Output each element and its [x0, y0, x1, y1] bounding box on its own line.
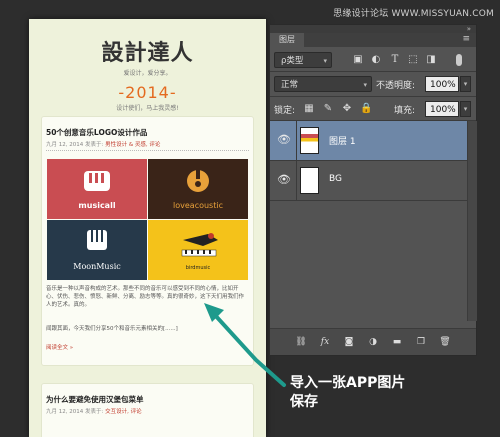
lock-image-icon[interactable]: ✎	[322, 103, 334, 115]
post-card: 为什么要避免使用汉堡包菜单 九月 12, 2014 发表于: 交互设计, 评论	[41, 383, 254, 437]
post-meta-links[interactable]: 交互设计, 评论	[105, 409, 142, 415]
tab-layers[interactable]: 图层	[270, 33, 304, 47]
layer-row[interactable]: 👁 BG	[270, 161, 467, 201]
layer-thumbnail	[300, 167, 319, 194]
site-title: 設計達人	[101, 40, 194, 66]
lock-transparent-icon[interactable]: ▦	[303, 103, 315, 115]
smart-object-filter-icon[interactable]: ◨	[424, 53, 438, 67]
site-subtitle: 爱设计，爱分享。	[123, 70, 172, 77]
layer-name[interactable]: BG	[329, 174, 342, 184]
opacity-field[interactable]: 100%	[425, 76, 459, 92]
post-title[interactable]: 为什么要避免使用汉堡包菜单	[46, 394, 144, 405]
piano-keys-logo-icon	[87, 230, 107, 250]
divider	[270, 71, 476, 72]
logo-tile-birdmusic: birdmusic	[148, 220, 248, 280]
logo-tile-loveacoustic: loveacoustic	[148, 159, 248, 219]
lock-all-icon[interactable]: 🔒	[360, 103, 372, 115]
trash-icon[interactable]: 🗑	[438, 335, 452, 349]
post-excerpt: 音乐是一种以声音构成的艺术。那些不同的音乐可以感受到不同的心情，比如开心、伏伤、…	[46, 286, 245, 308]
logo-label: loveacoustic	[173, 201, 223, 210]
filter-label: ρ类型	[281, 56, 304, 66]
post-meta: 九月 12, 2014 发表于: 交互设计, 评论	[46, 407, 142, 415]
collapse-icon[interactable]: »	[467, 25, 471, 33]
divider	[270, 96, 476, 97]
eye-icon[interactable]: 👁	[276, 133, 292, 147]
chevron-down-icon: ▾	[363, 81, 367, 89]
panel-tab-bar: 图层 ≡	[270, 33, 476, 47]
logo-tile-moonmusic: MoonMusic	[47, 220, 147, 280]
type-filter-icon[interactable]: T	[388, 53, 402, 67]
blend-mode-select[interactable]: 正常 ▾	[274, 76, 372, 92]
divider	[296, 161, 297, 200]
post-card: 50个创意音乐LOGO设计作品 九月 12, 2014 发表于: 男性设计 & …	[41, 116, 254, 366]
layer-filter-select[interactable]: ρ类型 ▾	[274, 52, 332, 68]
site-year: -2014-	[118, 83, 177, 102]
layer-row[interactable]: 👁 图层 1	[270, 121, 467, 161]
layer-thumbnail	[300, 127, 319, 154]
logo-label: MoonMusic	[73, 262, 121, 271]
site-tagline: 设计使们，马上我灵感!	[116, 105, 179, 112]
piano-logo-icon	[84, 171, 110, 191]
blend-mode-value: 正常	[281, 80, 299, 90]
new-layer-icon[interactable]: ❐	[414, 335, 428, 349]
layers-panel: » 图层 ≡ ρ类型 ▾ ▣ ◐ T ⬚ ◨ 正常 ▾ 不透明度: 100% ▾ 锁…	[269, 24, 477, 356]
pixel-filter-icon[interactable]: ▣	[351, 53, 365, 67]
divider	[46, 150, 249, 151]
guitar-logo-icon	[187, 165, 209, 192]
logo-label: birdmusic	[185, 265, 211, 271]
watermark: 思缘设计论坛 WWW.MISSYUAN.COM	[333, 9, 494, 19]
adjustment-filter-icon[interactable]: ◐	[369, 53, 383, 67]
eye-icon[interactable]: 👁	[276, 173, 292, 187]
website-mockup: 設計達人 爱设计，爱分享。 -2014- 设计使们，马上我灵感! 50个创意音乐…	[29, 19, 266, 437]
lock-position-icon[interactable]: ✥	[341, 103, 353, 115]
logo-label: musicall	[78, 201, 116, 210]
annotation-line-2: 保存	[290, 394, 318, 410]
opacity-dropdown[interactable]: ▾	[460, 76, 471, 92]
post-meta-date: 九月 12, 2014 发表于:	[46, 142, 104, 148]
chevron-down-icon: ▾	[323, 57, 327, 65]
add-mask-icon[interactable]: ◙	[342, 335, 356, 349]
layer-style-fx-icon[interactable]: fx	[318, 335, 332, 349]
post-meta-links[interactable]: 男性设计 & 灵感, 评论	[105, 142, 160, 148]
new-group-icon[interactable]: ▬	[390, 335, 404, 349]
filter-toggle[interactable]	[456, 54, 462, 66]
post-title[interactable]: 50个创意音乐LOGO设计作品	[46, 127, 147, 138]
adjustment-layer-icon[interactable]: ◑	[366, 335, 380, 349]
link-layers-icon[interactable]: ⛓	[294, 335, 308, 349]
fill-field[interactable]: 100%	[425, 101, 459, 117]
fill-label: 填充:	[394, 106, 416, 116]
annotation-line-1: 导入一张APP图片	[290, 375, 406, 391]
logo-grid-image: musicall loveacoustic MoonMusic birdmusi…	[47, 159, 248, 280]
read-more-link[interactable]: 阅读全文 »	[46, 343, 73, 351]
post-excerpt-2: 闻跟其面，今天我们分享50个和音乐元素相关的[......]	[46, 326, 178, 332]
divider	[296, 121, 297, 160]
logo-tile-musicall: musicall	[47, 159, 147, 219]
layers-bottom-toolbar: ⛓ fx ◙ ◑ ▬ ❐ 🗑	[270, 328, 476, 355]
layer-name[interactable]: 图层 1	[329, 134, 356, 147]
panel-menu-icon[interactable]: ≡	[462, 34, 470, 44]
opacity-label: 不透明度:	[376, 81, 416, 91]
shape-filter-icon[interactable]: ⬚	[406, 53, 420, 67]
post-meta: 九月 12, 2014 发表于: 男性设计 & 灵感, 评论	[46, 140, 160, 148]
annotation-callout: 导入一张APP图片 保存	[290, 374, 460, 412]
post-meta-date: 九月 12, 2014 发表于:	[46, 409, 104, 415]
bird-logo-icon	[181, 233, 218, 257]
panel-top-bar: »	[270, 25, 476, 33]
layers-scrollbar[interactable]	[467, 121, 477, 321]
fill-dropdown[interactable]: ▾	[460, 101, 471, 117]
lock-label: 锁定:	[274, 106, 296, 116]
